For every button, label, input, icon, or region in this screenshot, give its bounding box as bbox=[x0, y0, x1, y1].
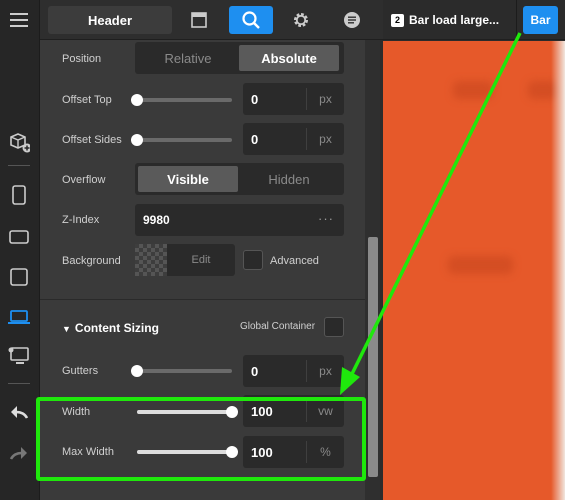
advanced-label: Advanced bbox=[270, 255, 319, 267]
tab-bar[interactable]: Bar bbox=[523, 6, 558, 34]
rail-divider bbox=[8, 383, 30, 384]
z-index-input[interactable]: 9980 ··· bbox=[135, 204, 344, 236]
offset-sides-input[interactable]: 0 px bbox=[243, 123, 344, 155]
background-label: Background bbox=[62, 255, 121, 267]
position-relative-option[interactable]: Relative bbox=[138, 45, 238, 71]
list-icon[interactable] bbox=[338, 6, 366, 34]
overflow-toggle: Visible Hidden bbox=[135, 163, 344, 195]
scrollbar-thumb[interactable] bbox=[368, 237, 378, 477]
gutters-label: Gutters bbox=[62, 365, 99, 377]
slider-knob[interactable] bbox=[131, 134, 143, 146]
position-label: Position bbox=[62, 53, 102, 65]
advanced-checkbox[interactable] bbox=[243, 250, 263, 270]
panel-scrollbar[interactable] bbox=[365, 40, 380, 500]
z-index-value[interactable]: 9980 bbox=[143, 213, 170, 227]
gutters-unit[interactable]: px bbox=[306, 360, 344, 382]
offset-top-unit[interactable]: px bbox=[306, 88, 344, 110]
gutters-slider[interactable] bbox=[131, 365, 232, 377]
tab-label: Bar load large... bbox=[409, 13, 500, 27]
gear-icon[interactable] bbox=[287, 6, 315, 34]
redo-icon[interactable] bbox=[8, 442, 30, 464]
offset-top-label: Offset Top bbox=[62, 94, 112, 106]
preview-tabs: 2 Bar load large... Bar bbox=[383, 0, 565, 40]
preview-canvas[interactable] bbox=[383, 41, 565, 500]
rail-divider bbox=[8, 165, 30, 166]
canvas-edge bbox=[551, 41, 565, 500]
window-icon[interactable] bbox=[185, 6, 213, 34]
gutters-value[interactable]: 0 bbox=[251, 364, 258, 379]
position-absolute-option[interactable]: Absolute bbox=[239, 45, 339, 71]
content-sizing-title: Content Sizing bbox=[74, 321, 159, 335]
tablet-icon[interactable] bbox=[8, 266, 30, 288]
offset-top-value[interactable]: 0 bbox=[251, 92, 258, 107]
tablet-landscape-icon[interactable] bbox=[8, 226, 30, 248]
left-rail bbox=[0, 0, 40, 500]
mobile-icon[interactable] bbox=[8, 184, 30, 206]
highlight-box bbox=[36, 397, 366, 481]
overflow-label: Overflow bbox=[62, 174, 106, 186]
slider-knob[interactable] bbox=[131, 365, 143, 377]
top-toolbar: Header bbox=[40, 0, 383, 40]
content-sizing-header[interactable]: ▼ Content Sizing bbox=[62, 321, 159, 335]
gutters-input[interactable]: 0 px bbox=[243, 355, 344, 387]
offset-sides-label: Offset Sides bbox=[62, 134, 122, 146]
z-index-menu-icon[interactable]: ··· bbox=[318, 211, 334, 226]
header-button[interactable]: Header bbox=[48, 6, 172, 34]
blurred-element bbox=[453, 81, 493, 99]
overflow-hidden-option[interactable]: Hidden bbox=[239, 166, 339, 192]
slider-knob[interactable] bbox=[131, 94, 143, 106]
position-toggle: Relative Absolute bbox=[135, 42, 344, 74]
z-index-label: Z-Index bbox=[62, 214, 100, 226]
offset-sides-value[interactable]: 0 bbox=[251, 132, 258, 147]
laptop-icon[interactable] bbox=[8, 306, 30, 328]
offset-top-slider[interactable] bbox=[131, 94, 232, 106]
overflow-visible-option[interactable]: Visible bbox=[138, 166, 238, 192]
search-icon bbox=[242, 11, 260, 29]
offset-top-input[interactable]: 0 px bbox=[243, 83, 344, 115]
offset-sides-unit[interactable]: px bbox=[306, 128, 344, 150]
desktop-icon[interactable] bbox=[8, 345, 30, 367]
global-container-label: Global Container bbox=[240, 321, 316, 332]
background-edit-button[interactable]: Edit bbox=[167, 244, 235, 276]
tab-divider bbox=[516, 0, 517, 40]
global-container-checkbox[interactable] bbox=[324, 317, 344, 337]
blurred-element bbox=[448, 256, 513, 274]
search-button[interactable] bbox=[229, 6, 273, 34]
undo-icon[interactable] bbox=[8, 401, 30, 423]
caret-down-icon: ▼ bbox=[62, 324, 71, 334]
tab-count-badge: 2 bbox=[391, 13, 404, 27]
add-element-icon[interactable] bbox=[8, 131, 30, 153]
menu-icon[interactable] bbox=[8, 9, 30, 31]
tab-bar-load-large[interactable]: 2 Bar load large... bbox=[391, 8, 499, 32]
section-divider bbox=[40, 299, 365, 300]
offset-sides-slider[interactable] bbox=[131, 134, 232, 146]
background-swatch[interactable] bbox=[135, 244, 167, 276]
